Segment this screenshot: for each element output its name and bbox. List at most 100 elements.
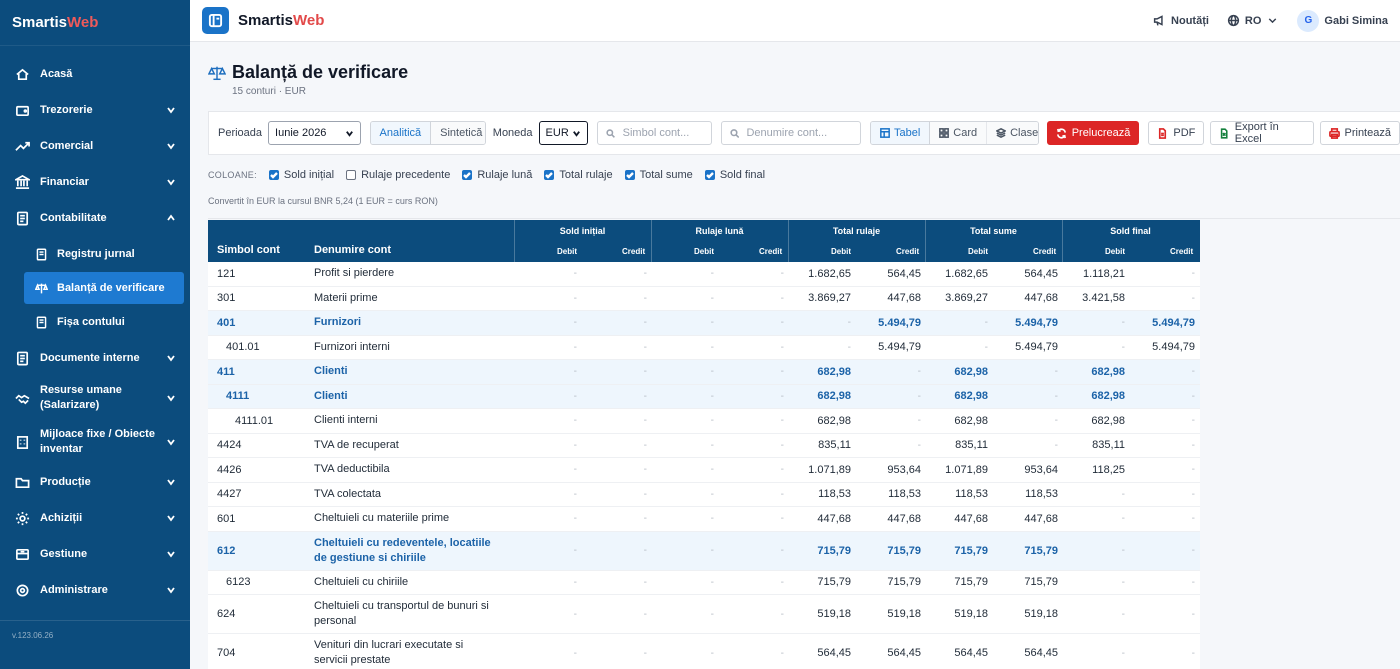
sidebar-item-financiar[interactable]: Financiar [0,164,190,200]
checkbox[interactable] [624,170,635,180]
table-row[interactable]: 6123 Cheltuieli cu chiriile - - - - 715,79 715,… [208,571,1200,595]
user-menu[interactable]: G Gabi Simina [1297,9,1388,32]
view-classes-button[interactable]: Clase [986,122,1038,144]
column-toggle[interactable]: Sold inițial [268,169,334,181]
sidebar-subitem-registru-jurnal[interactable]: Registru jurnal [24,238,184,270]
column-toggle[interactable]: Rulaje lună [462,169,532,181]
excel-export-button[interactable]: Export în Excel [1210,121,1314,145]
period-select[interactable]: Iunie 2026 [268,121,361,145]
table-row[interactable]: 401 Furnizori - - - - - 5.494,79 - 5.494,79 - 5.494… [208,311,1200,336]
sidebar-subitem-balanta-de-verificare[interactable]: Balanță de verificare [24,272,184,304]
topbar-actions: Noutăți RO G Gabi Simina [1153,9,1388,32]
table-row[interactable]: 401.01 Furnizori interni - - - - - 5.494,79 - 5.4… [208,336,1200,360]
table-row[interactable]: 4424 TVA de recuperat - - - - 835,11 - 835,11 - 83… [208,434,1200,458]
name-input[interactable] [746,127,852,139]
account-name: Furnizori [314,316,362,329]
sidebar-item-mijloace-fixe-obiecte-inventar[interactable]: Mijloace fixe / Obiecte inventar [0,420,190,464]
table-row[interactable]: 4111.01 Clienti interni - - - - 682,98 - 682,98 -… [208,409,1200,434]
checkbox[interactable] [268,170,279,180]
table-row[interactable]: 704 Venituri din lucrari executate si ser… [208,634,1200,669]
column-toggle[interactable]: Total rulaje [544,169,613,181]
credit-cell: 447,68 [887,512,921,525]
sidebar-item-contabilitate[interactable]: Contabilitate [0,200,190,236]
table-row[interactable]: 121 Profit si pierdere - - - - 1.682,65 564,45 1… [208,262,1200,287]
table-row[interactable]: 411 Clienti - - - - 682,98 - 682,98 - 682,98 - [208,360,1200,385]
view-card-button[interactable]: Card [930,122,987,144]
table-row[interactable]: 601 Cheltuieli cu materiile prime - - - - 447,… [208,507,1200,532]
sidebar-item-comercial[interactable]: Comercial [0,128,190,164]
mode-analytic[interactable]: Analitică [370,122,432,144]
megaphone-icon [1153,15,1163,26]
col-credit-header[interactable]: Credit [622,247,645,256]
debit-cell: 519,18 [817,608,851,620]
sidebar-item-administrare[interactable]: Administrare [0,572,190,608]
debit-cell: - [710,366,714,378]
table-row[interactable]: 4427 TVA colectata - - - - 118,53 118,53 118,53 1… [208,483,1200,507]
news-button[interactable]: Noutăți [1153,14,1209,27]
table-row[interactable]: 4111 Clienti - - - - 682,98 - 682,98 - 682,98 - [208,384,1200,409]
col-credit-header[interactable]: Credit [896,247,919,256]
sidebar-brand[interactable]: Smartis Web [0,0,190,46]
account-name: TVA deductibila [314,463,390,476]
column-toggle[interactable]: Rulaje precedente [346,169,450,181]
pdf-button[interactable]: PDF [1148,121,1205,145]
checkbox[interactable] [462,170,473,180]
checkbox[interactable] [544,170,555,180]
credit-cell: - [1191,576,1195,588]
checkbox[interactable] [346,170,357,180]
symbol-input[interactable] [622,127,703,139]
mode-synthetic[interactable]: Sintetică [431,122,485,144]
col-credit-header[interactable]: Credit [759,247,782,256]
col-credit-header[interactable]: Credit [1170,247,1193,256]
process-button[interactable]: Prelucrează [1046,121,1140,145]
col-symbol-header[interactable]: Simbol cont [217,244,280,256]
col-debit-header[interactable]: Debit [968,247,988,256]
credit-cell: - [643,366,647,378]
debit-cell: 447,68 [817,512,851,525]
sidebar-item-productie[interactable]: Producție [0,464,190,500]
sidebar-item-resurse-umane-salarizare[interactable]: Resurse umane (Salarizare) [0,376,190,420]
app-logo-icon[interactable] [202,7,229,34]
credit-cell: 5.494,79 [1015,341,1058,354]
col-credit-header[interactable]: Credit [1033,247,1056,256]
sidebar-item-documente-interne[interactable]: Documente interne [0,340,190,376]
debit-cell: - [1121,488,1125,500]
col-debit-header[interactable]: Debit [831,247,851,256]
debit-cell: - [984,317,988,329]
sidebar-item-gestiune[interactable]: Gestiune [0,536,190,572]
brand-accent: Web [293,12,325,29]
document-icon [34,315,48,329]
language-selector[interactable]: RO [1227,14,1280,27]
credit-cell: - [917,366,921,378]
account-name: Profit si pierdere [314,267,395,280]
col-debit-header[interactable]: Debit [694,247,714,256]
debit-cell: - [710,513,714,525]
sidebar-item-trezorerie[interactable]: Trezorerie [0,92,190,128]
debit-cell: - [710,545,714,556]
sidebar-item-acasa[interactable]: Acasă [0,56,190,92]
credit-cell: - [780,464,784,476]
sidebar-item-achizitii[interactable]: Achiziții [0,500,190,536]
currency-select[interactable]: EUR [538,121,589,145]
debit-cell: 1.682,65 [945,267,988,280]
checkbox[interactable] [704,170,715,180]
column-toggle[interactable]: Total sume [624,169,693,181]
table-row[interactable]: 301 Materii prime - - - - 3.869,27 447,68 3.869,… [208,287,1200,311]
table-row[interactable]: 4426 TVA deductibila - - - - 1.071,89 953,64 1.0… [208,458,1200,483]
table-row[interactable]: 612 Cheltuieli cu redeventele, locatiile … [208,531,1200,571]
print-button[interactable]: Printează [1319,121,1400,145]
col-debit-header[interactable]: Debit [557,247,577,256]
debit-cell: 682,98 [817,390,851,403]
chevron-down-icon [166,353,176,363]
column-toggle[interactable]: Sold final [704,169,765,181]
account-name: Cheltuieli cu transportul de bunuri si p… [314,600,489,627]
debit-cell: 682,98 [817,414,851,427]
refresh-icon [1056,128,1066,138]
sidebar-item-label: Achiziții [40,512,83,524]
sidebar-subitem-fisa-contului[interactable]: Fișa contului [24,306,184,338]
table-row[interactable]: 624 Cheltuieli cu transportul de bunuri s… [208,595,1200,634]
chevron-down-icon [573,130,581,137]
col-debit-header[interactable]: Debit [1105,247,1125,256]
col-name-header[interactable]: Denumire cont [314,244,391,256]
view-table-button[interactable]: Tabel [870,122,931,144]
